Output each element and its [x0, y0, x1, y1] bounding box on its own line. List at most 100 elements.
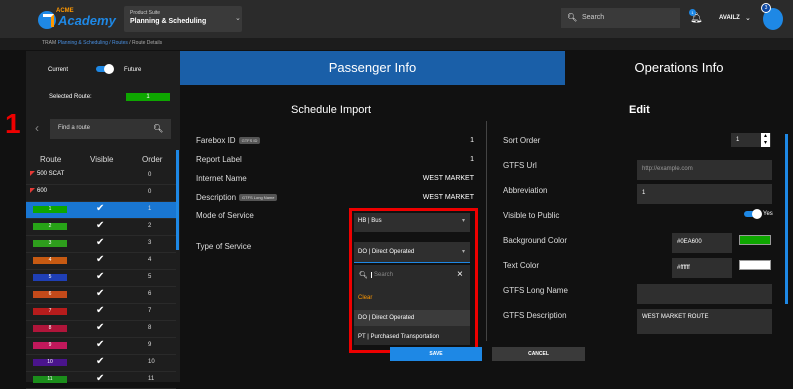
toggle-knob[interactable]	[104, 64, 114, 74]
breadcrumb: TRAM Planning & Scheduling / Routes / Ro…	[42, 40, 162, 46]
header-search-placeholder: Search	[582, 14, 605, 21]
text-color-label: Text Color	[503, 261, 540, 270]
breadcrumb-link[interactable]: Planning & Scheduling / Routes	[58, 40, 128, 46]
check-icon[interactable]: ✔	[96, 254, 104, 265]
route-row[interactable]: 2 ✔ 2	[26, 219, 176, 236]
route-row[interactable]: 1 ✔ 1	[26, 202, 176, 219]
route-order: 10	[148, 359, 155, 365]
chevron-down-icon: ⌄	[235, 15, 241, 22]
route-row[interactable]: 8 ✔ 8	[26, 321, 176, 338]
check-icon[interactable]: ✔	[96, 237, 104, 248]
schedule-import-title: Schedule Import	[291, 104, 372, 116]
annotation-number-1: 1	[5, 108, 21, 139]
route-row[interactable]: 11 ✔ 11	[26, 372, 176, 389]
abbreviation-value: 1	[642, 190, 646, 196]
route-swatch: 10	[33, 359, 67, 366]
route-order: 4	[148, 257, 152, 263]
check-icon[interactable]: ✔	[96, 322, 104, 333]
route-swatch: 3	[33, 240, 67, 247]
background-color-swatch[interactable]	[739, 235, 771, 245]
route-row[interactable]: 3 ✔ 3	[26, 236, 176, 253]
route-swatch: 1	[33, 206, 67, 213]
search-icon: 🔍︎	[567, 13, 578, 22]
annotation-highlight-box	[349, 208, 478, 353]
route-order: 5	[148, 274, 152, 280]
check-icon[interactable]: ✔	[96, 356, 104, 367]
farebox-id-label: Farebox ID GTFS ID	[196, 136, 261, 145]
column-header-visible[interactable]: Visible	[90, 155, 113, 164]
sort-order-label: Sort Order	[503, 136, 541, 145]
check-icon[interactable]: ✔	[96, 305, 104, 316]
check-icon[interactable]: ✔	[96, 339, 104, 350]
gtfs-description-label: GTFS Description	[503, 311, 567, 320]
route-order: 3	[148, 240, 152, 246]
mode-of-service-label: Mode of Service	[196, 211, 254, 220]
route-row[interactable]: 7 ✔ 7	[26, 304, 176, 321]
background-color-label: Background Color	[503, 236, 568, 245]
route-order: 9	[148, 342, 152, 348]
description-value: WEST MARKET	[422, 194, 474, 201]
search-icon[interactable]: 🔍︎	[153, 124, 163, 133]
save-button[interactable]: SAVE	[390, 347, 482, 361]
column-header-route[interactable]: Route	[40, 155, 61, 164]
gtfs-url-label: GTFS Url	[503, 161, 537, 170]
chevron-down-icon[interactable]: ⌄	[745, 14, 751, 22]
route-order: 1	[148, 206, 152, 212]
route-order: 7	[148, 308, 152, 314]
cancel-button[interactable]: CANCEL	[492, 347, 585, 361]
check-icon[interactable]: ✔	[96, 203, 104, 214]
route-order: 0	[148, 189, 152, 195]
check-icon[interactable]: ✔	[96, 288, 104, 299]
header-search-input[interactable]	[561, 8, 680, 28]
sort-order-value: 1	[736, 137, 740, 143]
check-icon[interactable]: ✔	[96, 373, 104, 384]
edit-title: Edit	[629, 104, 650, 116]
abbreviation-label: Abbreviation	[503, 186, 548, 195]
route-swatch: 4	[33, 257, 67, 264]
abbreviation-input[interactable]	[637, 184, 772, 204]
internet-name-value: WEST MARKET	[422, 175, 474, 182]
route-row[interactable]: 6 ✔ 6	[26, 287, 176, 304]
selected-route-badge: 1	[126, 93, 170, 101]
background-color-value: #0EA600	[677, 239, 702, 245]
breadcrumb-current: / Route Details	[129, 40, 163, 46]
main-scrollbar[interactable]	[785, 134, 788, 304]
route-row[interactable]: 500 SCAT 0	[26, 168, 176, 185]
check-icon[interactable]: ✔	[96, 271, 104, 282]
toggle-knob[interactable]	[752, 209, 762, 219]
user-menu[interactable]: AVAILZ	[719, 15, 740, 21]
route-order: 0	[148, 172, 152, 178]
route-row[interactable]: 600 0	[26, 185, 176, 202]
text-color-swatch[interactable]	[739, 260, 771, 270]
visible-to-public-label: Visible to Public	[503, 211, 560, 220]
route-row[interactable]: 10 ✔ 10	[26, 355, 176, 372]
check-icon[interactable]: ✔	[96, 220, 104, 231]
tab-passenger-info[interactable]: Passenger Info	[180, 51, 565, 85]
future-label: Future	[124, 67, 142, 73]
report-label-label: Report Label	[196, 155, 242, 164]
route-row[interactable]: 9 ✔ 9	[26, 338, 176, 355]
route-row[interactable]: 5 ✔ 5	[26, 270, 176, 287]
type-of-service-label: Type of Service	[196, 242, 252, 251]
route-order: 2	[148, 223, 152, 229]
gtfs-long-name-input[interactable]	[637, 284, 772, 304]
chevron-left-icon[interactable]: ‹	[35, 121, 39, 135]
route-name: 600	[37, 188, 48, 194]
product-suite-label: Product Suite	[130, 10, 161, 16]
description-label: Description GTFS Long Name	[196, 193, 278, 202]
description-text: Description	[196, 193, 237, 202]
route-row[interactable]: 4 ✔ 4	[26, 253, 176, 270]
column-divider	[486, 121, 487, 341]
tab-operations-info[interactable]: Operations Info	[565, 51, 793, 85]
selected-route-label: Selected Route:	[49, 94, 92, 100]
sidebar-scrollbar[interactable]	[176, 150, 179, 250]
gtfs-description-textarea[interactable]	[637, 309, 772, 334]
flag-icon	[30, 171, 35, 176]
gtfs-long-name-label: GTFS Long Name	[503, 286, 568, 295]
gtfs-url-placeholder: http://example.com	[642, 166, 693, 172]
gtfs-description-value: WEST MARKET ROUTE	[642, 314, 709, 320]
find-route-placeholder: Find a route	[58, 125, 91, 131]
stepper-arrows-icon[interactable]: ▴ ▾	[761, 133, 770, 147]
farebox-id-value: 1	[470, 137, 474, 144]
column-header-order[interactable]: Order	[142, 155, 162, 164]
